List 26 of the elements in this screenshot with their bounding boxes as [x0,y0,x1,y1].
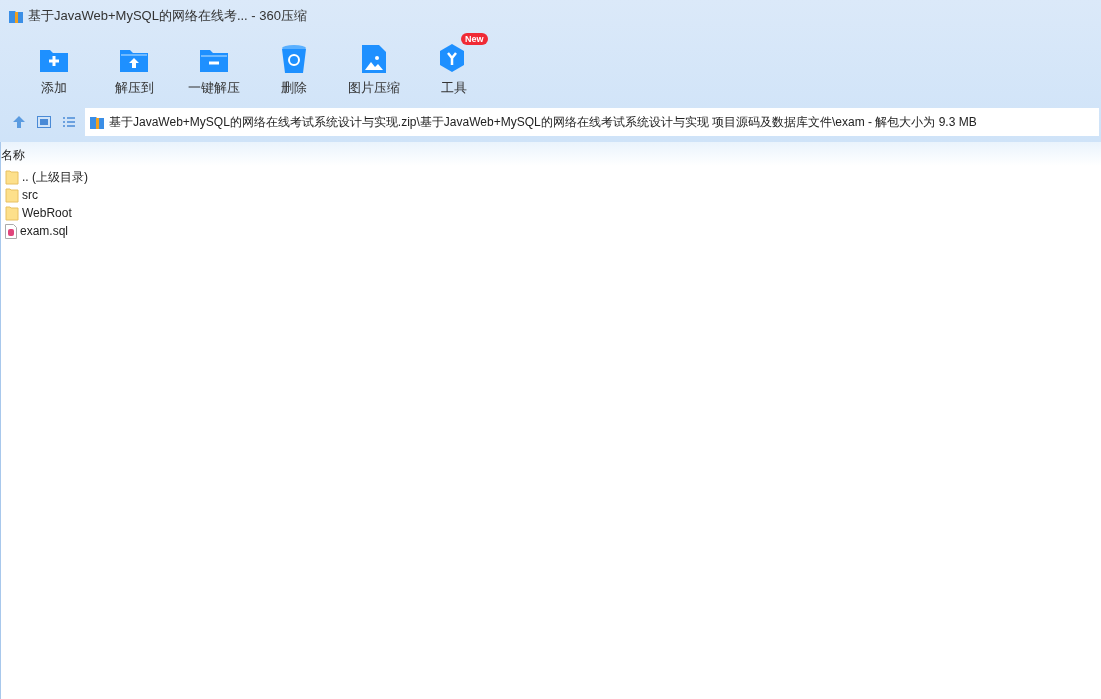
toolbar-button[interactable]: 删除 [254,40,334,98]
database-file-icon [5,223,17,239]
toolbar-button[interactable]: 解压到 [94,40,174,98]
column-header[interactable]: 名称 [1,146,25,166]
archive-icon [89,114,105,130]
image-file-icon [361,44,387,74]
window-title: 基于JavaWeb+MySQL的网络在线考... - 360压缩 [28,7,307,26]
file-row[interactable]: exam.sql [5,222,1101,240]
archive-icon [8,8,24,24]
folder-icon [5,169,19,185]
path-text: 基于JavaWeb+MySQL的网络在线考试系统设计与实现.zip\基于JavaWeb+MySQL的网络在线考试系统设计与实现 项目源码及数据库文件\exam - 解包大小为 9.3 MB [109,114,977,131]
folder-icon [5,187,19,203]
panel-icon [37,116,51,128]
toolbar-button[interactable]: 图片压缩 [334,40,414,98]
new-badge: New [461,33,488,45]
address-field[interactable]: 基于JavaWeb+MySQL的网络在线考试系统设计与实现.zip\基于JavaWeb+MySQL的网络在线考试系统设计与实现 项目源码及数据库文件\exam - 解包大小为 9.3 MB [85,108,1099,136]
toolbar-button[interactable]: 添加 [14,40,94,98]
toolbar-button[interactable]: 一键解压 [174,40,254,98]
view-button[interactable] [35,113,53,131]
recycle-bin-icon [281,44,307,74]
file-row[interactable]: .. (上级目录) [5,168,1101,186]
file-row[interactable]: WebRoot [5,204,1101,222]
list-icon [62,116,76,128]
up-arrow-icon [12,115,26,129]
file-row[interactable]: src [5,186,1101,204]
folder-icon [5,205,19,221]
